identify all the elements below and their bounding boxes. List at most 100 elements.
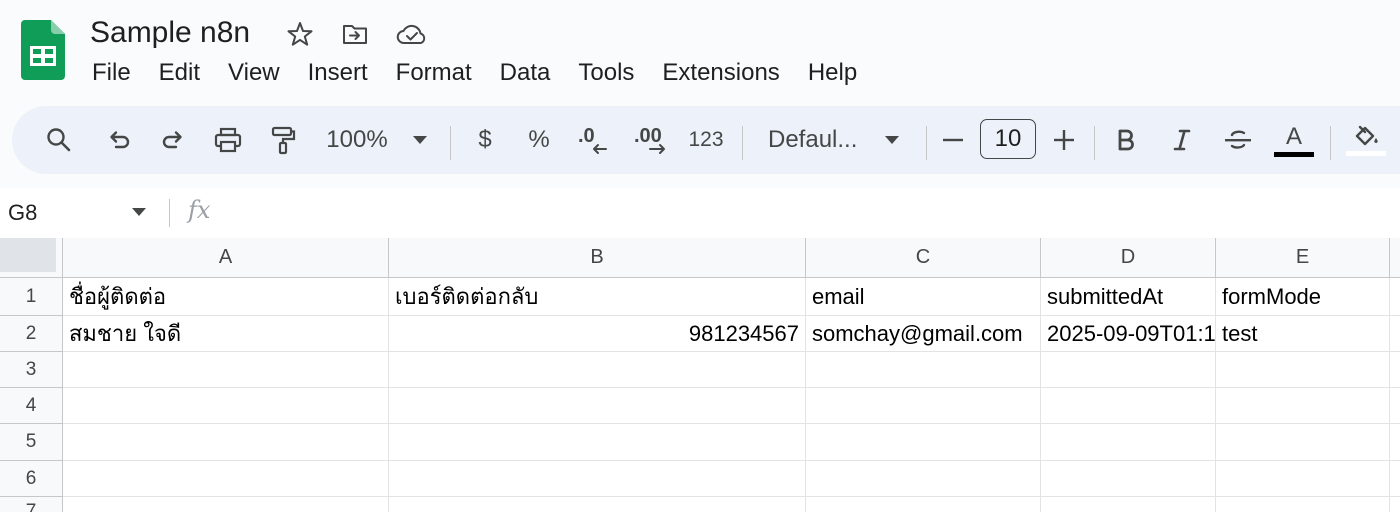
cell-e6[interactable] [1216, 461, 1390, 497]
more-formats-button[interactable]: 123 [688, 106, 724, 174]
redo-button[interactable] [158, 106, 188, 174]
column-header-b[interactable]: B [389, 238, 806, 278]
cell-b4[interactable] [389, 388, 806, 424]
cell-f3[interactable] [1390, 352, 1400, 388]
cell-e3[interactable] [1216, 352, 1390, 388]
column-header-f[interactable] [1390, 238, 1400, 278]
column-header-d[interactable]: D [1041, 238, 1216, 278]
cell-d2[interactable]: 2025-09-09T01:1 [1041, 316, 1216, 352]
cell-a7[interactable] [63, 497, 389, 512]
fill-color-swatch [1346, 151, 1386, 156]
zoom-select[interactable]: 100% [324, 106, 390, 174]
dropdown-arrow-icon [885, 136, 899, 144]
star-icon[interactable] [286, 20, 314, 48]
cell-e7[interactable] [1216, 497, 1390, 512]
cell-c3[interactable] [806, 352, 1041, 388]
increase-font-size-button[interactable] [1052, 106, 1076, 174]
select-all-corner[interactable] [0, 238, 63, 278]
cell-c4[interactable] [806, 388, 1041, 424]
dropdown-arrow-icon[interactable] [132, 208, 146, 216]
cell-a3[interactable] [63, 352, 389, 388]
text-color-label: A [1285, 122, 1302, 150]
row-header-1[interactable]: 1 [0, 278, 63, 316]
sheets-logo-icon[interactable] [21, 20, 65, 80]
zoom-dropdown[interactable] [410, 106, 430, 174]
cell-a4[interactable] [63, 388, 389, 424]
cell-f5[interactable] [1390, 424, 1400, 461]
font-size-input[interactable]: 10 [980, 119, 1036, 159]
cell-a1[interactable]: ชื่อผู้ติดต่อ [63, 278, 389, 316]
name-box[interactable]: G8 [8, 188, 37, 238]
percent-format-button[interactable]: % [524, 106, 554, 174]
increase-decimal-button[interactable]: .00 [632, 106, 672, 174]
row-header-3[interactable]: 3 [0, 352, 63, 388]
row-header-5[interactable]: 5 [0, 424, 63, 461]
cell-f2[interactable] [1390, 316, 1400, 352]
menu-file[interactable]: File [78, 56, 145, 90]
cloud-saved-icon[interactable] [396, 20, 428, 48]
cell-f4[interactable] [1390, 388, 1400, 424]
row-header-7[interactable]: 7 [0, 497, 63, 512]
cell-a5[interactable] [63, 424, 389, 461]
cell-b5[interactable] [389, 424, 806, 461]
decrease-font-size-button[interactable] [940, 106, 966, 174]
font-dropdown[interactable] [882, 106, 902, 174]
menu-extensions[interactable]: Extensions [648, 56, 793, 90]
paint-format-button[interactable] [268, 106, 298, 174]
cell-d3[interactable] [1041, 352, 1216, 388]
move-folder-icon[interactable] [341, 20, 369, 48]
row-header-4[interactable]: 4 [0, 388, 63, 424]
italic-icon [1173, 129, 1191, 151]
cell-c1[interactable]: email [806, 278, 1041, 316]
menu-edit[interactable]: Edit [145, 56, 214, 90]
cell-a2[interactable]: สมชาย ใจดี [63, 316, 389, 352]
cell-e4[interactable] [1216, 388, 1390, 424]
paint-format-icon [271, 126, 296, 155]
decrease-decimal-button[interactable]: .0 [576, 106, 612, 174]
print-button[interactable] [212, 106, 244, 174]
menu-help[interactable]: Help [794, 56, 871, 90]
document-title[interactable]: Sample n8n [90, 14, 250, 52]
cell-d4[interactable] [1041, 388, 1216, 424]
font-select[interactable]: Defaul... [768, 106, 864, 174]
fill-color-button[interactable] [1344, 106, 1388, 174]
bold-button[interactable] [1112, 106, 1140, 174]
menu-insert[interactable]: Insert [294, 56, 382, 90]
toolbar-separator [742, 126, 743, 160]
menu-data[interactable]: Data [486, 56, 565, 90]
cell-a6[interactable] [63, 461, 389, 497]
cell-b1[interactable]: เบอร์ติดต่อกลับ [389, 278, 806, 316]
cell-f6[interactable] [1390, 461, 1400, 497]
cell-f7[interactable] [1390, 497, 1400, 512]
currency-format-button[interactable]: $ [470, 106, 500, 174]
cell-b6[interactable] [389, 461, 806, 497]
cell-d6[interactable] [1041, 461, 1216, 497]
row-header-6[interactable]: 6 [0, 461, 63, 497]
column-header-e[interactable]: E [1216, 238, 1390, 278]
cell-d7[interactable] [1041, 497, 1216, 512]
menu-tools[interactable]: Tools [564, 56, 648, 90]
cell-b7[interactable] [389, 497, 806, 512]
row-header-2[interactable]: 2 [0, 316, 63, 352]
menu-format[interactable]: Format [382, 56, 486, 90]
menu-view[interactable]: View [214, 56, 294, 90]
cell-e2[interactable]: test [1216, 316, 1390, 352]
cell-c2[interactable]: somchay@gmail.com [806, 316, 1041, 352]
cell-f1[interactable] [1390, 278, 1400, 316]
text-color-button[interactable]: A [1272, 106, 1316, 174]
undo-button[interactable] [104, 106, 134, 174]
cell-b3[interactable] [389, 352, 806, 388]
cell-c5[interactable] [806, 424, 1041, 461]
cell-e5[interactable] [1216, 424, 1390, 461]
cell-c6[interactable] [806, 461, 1041, 497]
strikethrough-button[interactable] [1222, 106, 1254, 174]
cell-e1[interactable]: formMode [1216, 278, 1390, 316]
search-menus-button[interactable] [42, 106, 76, 174]
cell-c7[interactable] [806, 497, 1041, 512]
cell-d5[interactable] [1041, 424, 1216, 461]
column-header-c[interactable]: C [806, 238, 1041, 278]
column-header-a[interactable]: A [63, 238, 389, 278]
italic-button[interactable] [1168, 106, 1196, 174]
cell-d1[interactable]: submittedAt [1041, 278, 1216, 316]
cell-b2[interactable]: 981234567 [389, 316, 806, 352]
